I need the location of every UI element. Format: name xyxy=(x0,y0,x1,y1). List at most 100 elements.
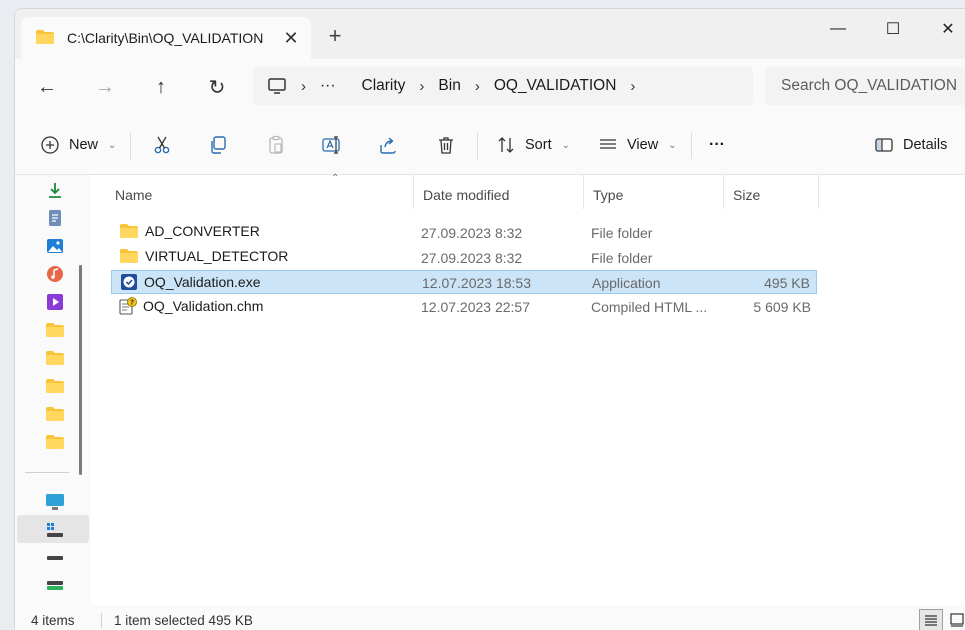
breadcrumb-oq-validation[interactable]: OQ_VALIDATION xyxy=(494,77,617,95)
chevron-right-icon: › xyxy=(301,77,306,95)
clipboard-icon xyxy=(265,134,287,156)
scissors-icon xyxy=(151,134,173,156)
new-tab-button[interactable]: + xyxy=(323,23,347,48)
details-label: Details xyxy=(903,137,948,153)
nav-scrollbar[interactable] xyxy=(79,265,82,475)
downloads-icon[interactable] xyxy=(45,181,65,199)
forward-button[interactable]: → xyxy=(89,71,121,103)
application-icon xyxy=(120,273,138,291)
music-icon[interactable] xyxy=(45,265,65,283)
column-divider[interactable] xyxy=(583,175,584,209)
breadcrumb-bin[interactable]: Bin xyxy=(438,77,460,95)
file-name: OQ_Validation.chm xyxy=(143,298,264,314)
search-input[interactable] xyxy=(765,67,965,105)
up-button[interactable]: ↑ xyxy=(145,71,177,103)
share-icon xyxy=(377,134,399,156)
folder-icon[interactable] xyxy=(45,405,65,423)
command-bar: New ⌄ Sort ⌄ View ⌄ ··· Details xyxy=(15,115,965,175)
folder-icon[interactable] xyxy=(45,377,65,395)
chevron-down-icon: ⌄ xyxy=(668,139,677,151)
plus-circle-icon xyxy=(39,134,61,156)
file-date: 27.09.2023 8:32 xyxy=(421,225,523,241)
folder-icon[interactable] xyxy=(45,321,65,339)
copy-button[interactable] xyxy=(207,129,229,161)
drive-windows-icon[interactable] xyxy=(45,521,65,539)
sort-label: Sort xyxy=(525,137,552,153)
table-row[interactable]: ? OQ_Validation.chm 12.07.2023 22:57 Com… xyxy=(111,295,817,319)
view-label: View xyxy=(627,137,659,153)
breadcrumb-clarity[interactable]: Clarity xyxy=(362,77,406,95)
drive-green-icon[interactable] xyxy=(45,577,65,595)
column-header-name[interactable]: Name xyxy=(115,181,152,209)
folder-icon[interactable] xyxy=(45,349,65,367)
item-count: 4 items xyxy=(31,613,75,628)
tab-close-icon[interactable]: ✕ xyxy=(279,26,303,50)
file-name: VIRTUAL_DETECTOR xyxy=(145,248,289,264)
close-button[interactable]: ✕ xyxy=(925,13,965,45)
help-file-icon: ? xyxy=(119,297,137,315)
file-date: 27.09.2023 8:32 xyxy=(421,250,523,266)
details-button[interactable]: Details xyxy=(873,129,947,161)
toolbar-divider xyxy=(691,133,692,159)
view-list-icon xyxy=(597,134,619,156)
pictures-icon[interactable] xyxy=(45,237,65,255)
address-bar[interactable]: › ··· Clarity › Bin › OQ_VALIDATION › xyxy=(253,67,753,105)
new-label: New xyxy=(69,137,99,153)
chevron-right-icon[interactable]: › xyxy=(405,78,438,95)
computer-icon xyxy=(267,77,287,95)
rename-icon xyxy=(321,134,343,156)
address-row: ← → ↑ ↻ › ··· Clarity › Bin › OQ_VALIDAT… xyxy=(15,59,965,115)
videos-icon[interactable] xyxy=(45,293,65,311)
column-header-date[interactable]: Date modified xyxy=(423,181,509,209)
chevron-down-icon: ⌄ xyxy=(561,139,570,151)
share-button[interactable] xyxy=(377,129,399,161)
folder-icon[interactable] xyxy=(45,433,65,451)
back-button[interactable]: ← xyxy=(31,71,63,103)
more-options-button[interactable]: ··· xyxy=(709,129,725,161)
drive-icon[interactable] xyxy=(45,549,65,567)
file-date: 12.07.2023 18:53 xyxy=(422,275,531,291)
file-name: OQ_Validation.exe xyxy=(144,274,261,290)
details-view-button[interactable] xyxy=(919,609,943,630)
column-divider[interactable] xyxy=(413,175,414,209)
table-row[interactable]: VIRTUAL_DETECTOR 27.09.2023 8:32 File fo… xyxy=(111,246,817,270)
column-divider[interactable] xyxy=(723,175,724,209)
column-divider[interactable] xyxy=(818,175,819,209)
table-row-selected[interactable]: OQ_Validation.exe 12.07.2023 18:53 Appli… xyxy=(111,270,817,294)
chevron-right-icon[interactable]: › xyxy=(461,78,494,95)
folder-icon xyxy=(119,248,139,264)
arrow-left-icon: ← xyxy=(37,75,57,98)
file-date: 12.07.2023 22:57 xyxy=(421,299,530,315)
file-type: File folder xyxy=(591,250,653,266)
address-more-button[interactable]: ··· xyxy=(320,77,340,95)
chevron-down-icon: ⌄ xyxy=(108,139,117,151)
chevron-right-icon[interactable]: › xyxy=(616,78,649,95)
sort-button[interactable]: Sort ⌄ xyxy=(495,129,570,161)
svg-text:?: ? xyxy=(130,299,134,307)
documents-icon[interactable] xyxy=(45,209,65,227)
file-name-cell: ? OQ_Validation.chm xyxy=(119,297,263,315)
status-bar: 4 items 1 item selected 495 KB xyxy=(15,605,965,630)
sort-icon xyxy=(495,134,517,156)
view-button[interactable]: View ⌄ xyxy=(597,129,677,161)
cut-button[interactable] xyxy=(151,129,173,161)
file-list: ⌃ Name Date modified Type Size AD_CONVER… xyxy=(91,173,965,605)
paste-button[interactable] xyxy=(265,129,287,161)
arrow-right-icon: → xyxy=(95,75,115,98)
new-button[interactable]: New ⌄ xyxy=(39,129,116,161)
arrow-up-icon: ↑ xyxy=(156,75,166,98)
nav-divider xyxy=(25,472,69,473)
tab-title: C:\Clarity\Bin\OQ_VALIDATION xyxy=(67,30,264,46)
delete-button[interactable] xyxy=(435,129,457,161)
column-header-size[interactable]: Size xyxy=(733,181,760,209)
file-explorer-window: C:\Clarity\Bin\OQ_VALIDATION ✕ + — ☐ ✕ ←… xyxy=(14,8,965,630)
refresh-button[interactable]: ↻ xyxy=(201,71,233,103)
rename-button[interactable] xyxy=(321,129,343,161)
desktop-icon[interactable] xyxy=(45,493,65,511)
tiles-view-button[interactable] xyxy=(945,609,965,630)
table-row[interactable]: AD_CONVERTER 27.09.2023 8:32 File folder xyxy=(111,221,817,245)
minimize-button[interactable]: — xyxy=(815,13,861,45)
tab-oq-validation[interactable]: C:\Clarity\Bin\OQ_VALIDATION ✕ xyxy=(21,17,311,59)
maximize-button[interactable]: ☐ xyxy=(870,13,916,45)
column-header-type[interactable]: Type xyxy=(593,181,623,209)
